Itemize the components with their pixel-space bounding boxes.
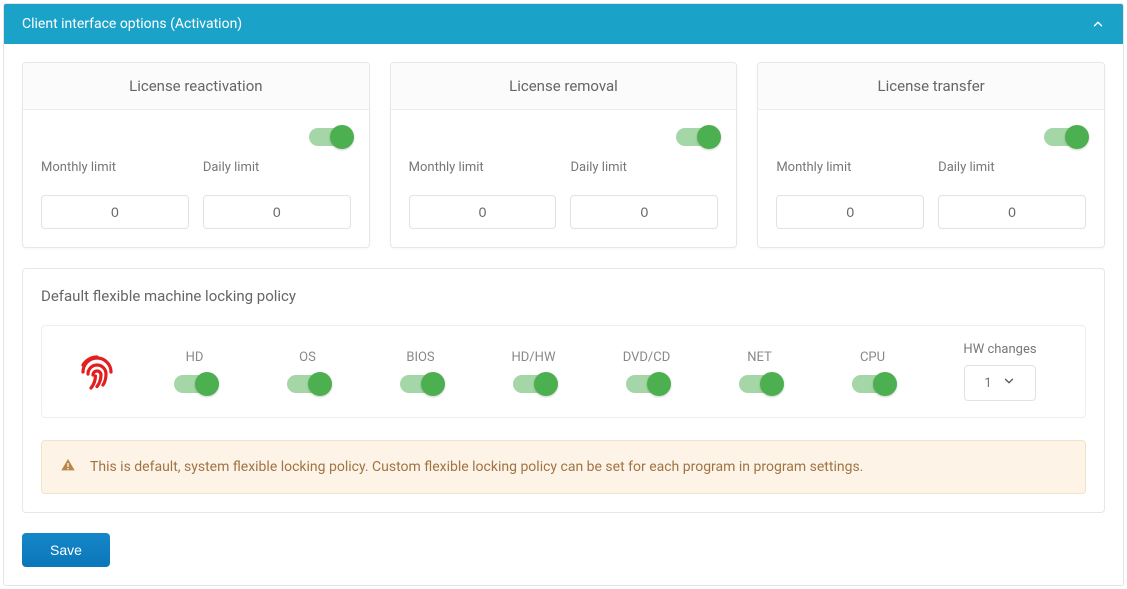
toggle-net[interactable] <box>739 375 781 393</box>
input-transfer-daily[interactable] <box>938 195 1086 229</box>
input-removal-daily[interactable] <box>570 195 718 229</box>
hw-changes-block: HW changes 1 <box>935 342 1065 401</box>
policy-section: Default flexible machine locking policy <box>22 268 1105 513</box>
toggle-dvdcd[interactable] <box>626 375 668 393</box>
hw-label-net: NET <box>747 350 772 365</box>
warning-icon <box>60 457 76 477</box>
hw-label-os: OS <box>299 350 316 365</box>
input-reactivation-daily[interactable] <box>203 195 351 229</box>
card-license-transfer: License transfer Monthly limit Daily lim… <box>757 62 1105 248</box>
card-title-reactivation: License reactivation <box>23 63 369 110</box>
label-reactivation-daily: Daily limit <box>203 160 351 175</box>
hw-label-cpu: CPU <box>860 350 885 365</box>
toggle-removal[interactable] <box>676 128 718 146</box>
panel-body: License reactivation Monthly limit Daily… <box>4 44 1123 585</box>
panel-header[interactable]: Client interface options (Activation) <box>4 4 1123 44</box>
hw-changes-value: 1 <box>984 376 991 391</box>
hw-label-bios: BIOS <box>406 350 434 365</box>
panel-client-interface-options: Client interface options (Activation) Li… <box>3 3 1124 586</box>
hw-item-cpu: CPU <box>820 350 925 393</box>
hw-items: HD OS BIOS HD/HW <box>142 350 925 393</box>
policy-box: HD OS BIOS HD/HW <box>41 325 1086 418</box>
hw-label-hdhw: HD/HW <box>512 350 556 365</box>
hw-changes-label: HW changes <box>935 342 1065 357</box>
hw-label-hd: HD <box>186 350 204 365</box>
toggle-transfer[interactable] <box>1044 128 1086 146</box>
toggle-hd[interactable] <box>174 375 216 393</box>
policy-title: Default flexible machine locking policy <box>41 287 1086 305</box>
card-license-removal: License removal Monthly limit Daily limi… <box>390 62 738 248</box>
policy-notice: This is default, system flexible locking… <box>41 440 1086 494</box>
toggle-reactivation[interactable] <box>309 128 351 146</box>
input-reactivation-monthly[interactable] <box>41 195 189 229</box>
card-license-reactivation: License reactivation Monthly limit Daily… <box>22 62 370 248</box>
hw-item-hd: HD <box>142 350 247 393</box>
fingerprint-icon <box>62 348 132 396</box>
toggle-cpu[interactable] <box>852 375 894 393</box>
toggle-bios[interactable] <box>400 375 442 393</box>
card-title-transfer: License transfer <box>758 63 1104 110</box>
policy-notice-text: This is default, system flexible locking… <box>90 459 863 475</box>
hw-item-hdhw: HD/HW <box>481 350 586 393</box>
chevron-up-icon <box>1091 17 1105 31</box>
chevron-down-icon <box>1002 374 1016 392</box>
label-reactivation-monthly: Monthly limit <box>41 160 189 175</box>
input-removal-monthly[interactable] <box>409 195 557 229</box>
hw-item-net: NET <box>707 350 812 393</box>
hw-item-dvdcd: DVD/CD <box>594 350 699 393</box>
label-removal-monthly: Monthly limit <box>409 160 557 175</box>
label-transfer-daily: Daily limit <box>938 160 1086 175</box>
input-transfer-monthly[interactable] <box>776 195 924 229</box>
panel-title: Client interface options (Activation) <box>22 16 242 32</box>
toggle-hdhw[interactable] <box>513 375 555 393</box>
license-cards-row: License reactivation Monthly limit Daily… <box>22 62 1105 248</box>
label-removal-daily: Daily limit <box>570 160 718 175</box>
hw-item-os: OS <box>255 350 360 393</box>
toggle-os[interactable] <box>287 375 329 393</box>
card-title-removal: License removal <box>391 63 737 110</box>
save-button[interactable]: Save <box>22 533 110 567</box>
hw-label-dvdcd: DVD/CD <box>623 350 671 365</box>
hw-item-bios: BIOS <box>368 350 473 393</box>
hw-changes-select[interactable]: 1 <box>964 365 1036 401</box>
label-transfer-monthly: Monthly limit <box>776 160 924 175</box>
